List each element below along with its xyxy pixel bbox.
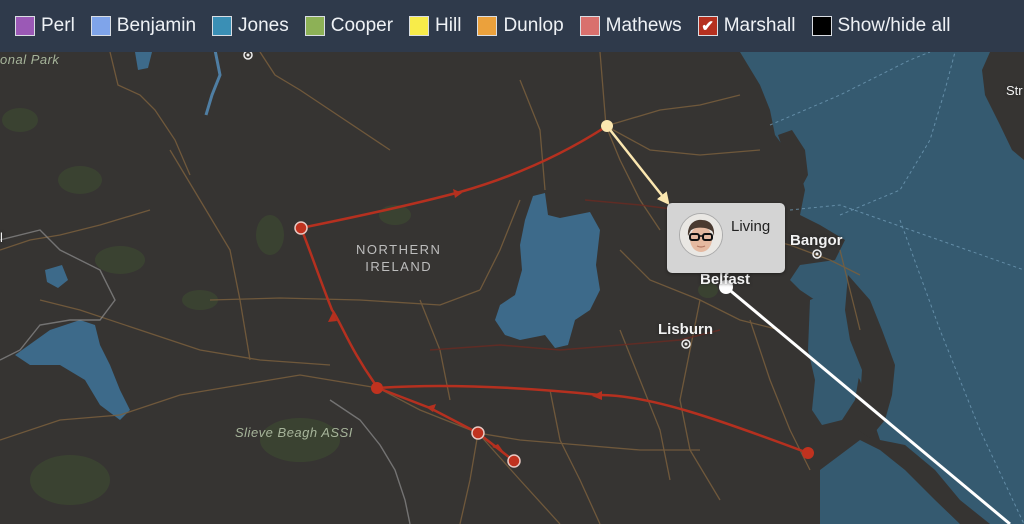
legend-label-cooper: Cooper	[330, 15, 394, 36]
popup-status-text: Living	[731, 218, 771, 235]
checkbox-mathews[interactable]	[579, 16, 600, 36]
legend-item-show-hide-all[interactable]: Show/hide all	[811, 15, 951, 37]
legend-item-marshall[interactable]: ✔ Marshall	[697, 15, 796, 37]
checkmark-icon: ✔	[701, 17, 714, 35]
checkbox-show-hide-all[interactable]	[811, 16, 832, 36]
avatar	[679, 213, 723, 257]
label-region-line1: NORTHERN	[356, 242, 442, 257]
legend-label-dunlop: Dunlop	[503, 15, 564, 36]
legend-item-jones[interactable]: Jones	[212, 15, 289, 37]
legend-item-benjamin[interactable]: Benjamin	[90, 15, 197, 37]
checkbox-hill[interactable]	[409, 16, 430, 36]
legend-item-cooper[interactable]: Cooper	[304, 15, 394, 37]
checkbox-jones[interactable]	[212, 16, 233, 36]
checkbox-cooper[interactable]	[304, 16, 325, 36]
legend-label-benjamin: Benjamin	[116, 15, 197, 36]
stop-1[interactable]	[507, 454, 521, 468]
label-slieve-beagh: Slieve Beagh ASSI	[235, 425, 353, 440]
label-strangford: Str	[1006, 83, 1023, 98]
legend-label-hill: Hill	[435, 15, 462, 36]
stop-5[interactable]	[294, 221, 308, 235]
legend-item-dunlop[interactable]: Dunlop	[477, 15, 564, 37]
legend-label-mathews: Mathews	[605, 15, 682, 36]
legend-label-perl: Perl	[41, 15, 75, 36]
legend-item-hill[interactable]: Hill	[409, 15, 461, 37]
person-avatar-icon	[680, 214, 722, 256]
label-lisburn: Lisburn	[658, 321, 713, 338]
checkbox-benjamin[interactable]	[90, 16, 111, 36]
label-belfast: Belfast	[700, 271, 751, 288]
checkbox-perl[interactable]	[15, 16, 35, 36]
stop-6-active[interactable]	[601, 120, 613, 132]
label-northern-ireland: NORTHERN IRELAND	[356, 241, 441, 275]
label-region-line2: IRELAND	[365, 259, 433, 274]
legend-bar: Perl Benjamin Jones Cooper Hill Dunlop M…	[0, 0, 1024, 52]
checkbox-marshall[interactable]: ✔	[697, 16, 718, 36]
map-canvas[interactable]	[0, 0, 1024, 524]
legend-label-marshall: Marshall	[723, 15, 796, 36]
stop-4[interactable]	[802, 447, 814, 459]
legend-item-mathews[interactable]: Mathews	[579, 15, 682, 37]
location-popup[interactable]: Living	[667, 203, 785, 273]
label-left-edge: l	[0, 230, 3, 245]
legend-item-perl[interactable]: Perl	[15, 15, 75, 37]
checkbox-dunlop[interactable]	[477, 16, 498, 36]
label-bangor: Bangor	[790, 232, 843, 249]
label-national-park: onal Park	[0, 52, 60, 67]
legend-label-show-hide-all: Show/hide all	[837, 15, 951, 36]
stop-3[interactable]	[371, 382, 383, 394]
legend-label-jones: Jones	[238, 15, 289, 36]
stop-2[interactable]	[471, 426, 485, 440]
